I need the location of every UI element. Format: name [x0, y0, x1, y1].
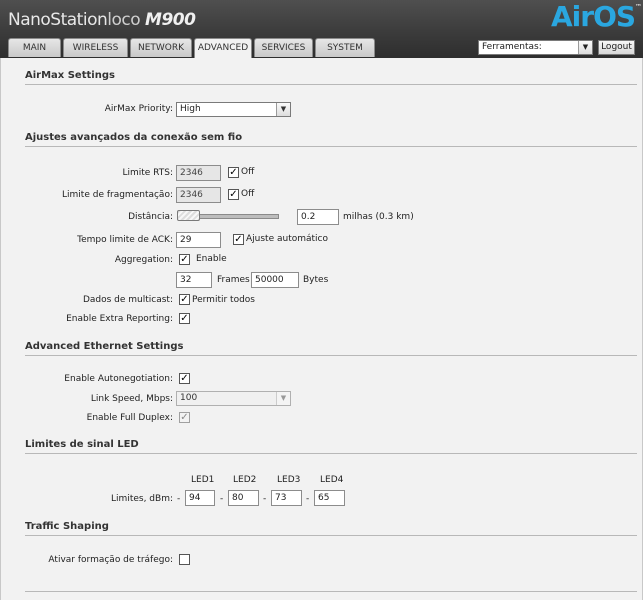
brand-text: AirOS [551, 0, 636, 33]
aggregation-frames-input[interactable]: 32 [176, 272, 212, 288]
led3-limit-input[interactable]: 73 [271, 490, 302, 506]
bytes-label: Bytes [303, 275, 329, 285]
ack-timeout-label: Tempo limite de ACK: [77, 235, 173, 245]
multicast-option-label: Permitir todos [192, 295, 255, 305]
multicast-label: Dados de multicast: [82, 295, 173, 305]
fragmentation-limit-input[interactable]: 2346 [176, 187, 221, 203]
fragmentation-off-checkbox[interactable]: ✓ [228, 189, 239, 200]
extra-reporting-label: Enable Extra Reporting: [66, 314, 173, 324]
header-bar: NanoStationloco M900 AirOS™ MAIN WIRELES… [0, 0, 643, 58]
distance-slider-handle[interactable] [177, 210, 200, 221]
airos-brand-logo: AirOS™ [551, 0, 642, 33]
settings-panel: AirMax Settings AirMax Priority: High ▼ … [0, 58, 643, 600]
section-title-traffic-shaping: Traffic Shaping [25, 521, 637, 536]
aggregation-bytes-input[interactable]: 50000 [251, 272, 299, 288]
logo-main-text: NanoStation [8, 10, 108, 30]
distance-label: Distância: [128, 212, 173, 222]
full-duplex-checkbox[interactable]: ✓ [179, 412, 190, 423]
led-separator: - [306, 494, 310, 504]
led2-header: LED2 [233, 475, 257, 485]
led-separator: - [220, 494, 224, 504]
link-speed-select[interactable]: 100 ▼ [176, 391, 291, 406]
brand-trademark: ™ [635, 3, 642, 11]
ack-timeout-input[interactable]: 29 [176, 232, 221, 248]
logout-button[interactable]: Logout [598, 40, 635, 55]
tab-wireless[interactable]: WIRELESS [63, 38, 128, 57]
full-duplex-label: Enable Full Duplex: [86, 413, 173, 423]
rts-off-label: Off [241, 167, 255, 177]
led-limits-label: Limites, dBm: [111, 494, 173, 504]
tab-advanced[interactable]: ADVANCED [194, 38, 252, 58]
multicast-checkbox[interactable]: ✓ [179, 294, 190, 305]
led1-limit-input[interactable]: 94 [185, 490, 215, 506]
led4-limit-input[interactable]: 65 [314, 490, 345, 506]
section-title-airmax: AirMax Settings [25, 70, 637, 85]
aggregation-enable-label: Enable [196, 254, 227, 264]
aggregation-label: Aggregation: [114, 255, 173, 265]
rts-limit-input[interactable]: 2346 [176, 165, 221, 181]
extra-reporting-checkbox[interactable]: ✓ [179, 313, 190, 324]
fragmentation-off-label: Off [241, 189, 255, 199]
link-speed-label: Link Speed, Mbps: [90, 394, 173, 404]
tab-services[interactable]: SERVICES [254, 38, 313, 57]
link-speed-value: 100 [180, 393, 198, 403]
ack-auto-checkbox[interactable]: ✓ [233, 234, 244, 245]
tab-network[interactable]: NETWORK [130, 38, 192, 57]
frames-label: Frames [217, 275, 250, 285]
autonegotiation-label: Enable Autonegotiation: [64, 374, 173, 384]
section-title-wireless-advanced: Ajustes avançados da conexão sem fio [25, 132, 637, 147]
chevron-down-icon: ▼ [578, 41, 592, 54]
traffic-shaping-checkbox[interactable] [179, 554, 190, 565]
led4-header: LED4 [320, 475, 344, 485]
distance-input[interactable]: 0.2 [297, 209, 339, 225]
airmax-priority-value: High [180, 104, 201, 114]
airmax-priority-label: AirMax Priority: [104, 104, 173, 114]
tools-dropdown[interactable]: Ferramentas: ▼ [478, 40, 593, 55]
airmax-priority-select[interactable]: High ▼ [176, 102, 291, 117]
rts-off-checkbox[interactable]: ✓ [228, 167, 239, 178]
rts-limit-label: Limite RTS: [122, 168, 173, 178]
tab-main[interactable]: MAIN [8, 38, 61, 57]
chevron-down-icon: ▼ [276, 392, 290, 405]
product-logo: NanoStationloco M900 [8, 10, 196, 30]
fragmentation-limit-label: Limite de fragmentação: [62, 190, 173, 200]
led2-limit-input[interactable]: 80 [228, 490, 259, 506]
led1-header: LED1 [191, 475, 215, 485]
led-separator: - [177, 494, 181, 504]
bottom-divider [25, 591, 637, 592]
logo-loco-text: loco [107, 10, 141, 30]
led-separator: - [263, 494, 267, 504]
ack-auto-label: Ajuste automático [246, 234, 328, 244]
autonegotiation-checkbox[interactable]: ✓ [179, 373, 190, 384]
section-title-led: Limites de sinal LED [25, 439, 637, 454]
aggregation-enable-checkbox[interactable]: ✓ [179, 254, 190, 265]
logo-model-text: M900 [145, 10, 196, 30]
distance-unit-text: milhas (0.3 km) [343, 212, 414, 222]
tools-dropdown-value: Ferramentas: [482, 42, 542, 52]
chevron-down-icon: ▼ [276, 103, 290, 116]
section-title-ethernet: Advanced Ethernet Settings [25, 341, 637, 356]
led3-header: LED3 [277, 475, 301, 485]
tab-system[interactable]: SYSTEM [315, 38, 375, 57]
traffic-shaping-label: Ativar formação de tráfego: [48, 555, 173, 565]
